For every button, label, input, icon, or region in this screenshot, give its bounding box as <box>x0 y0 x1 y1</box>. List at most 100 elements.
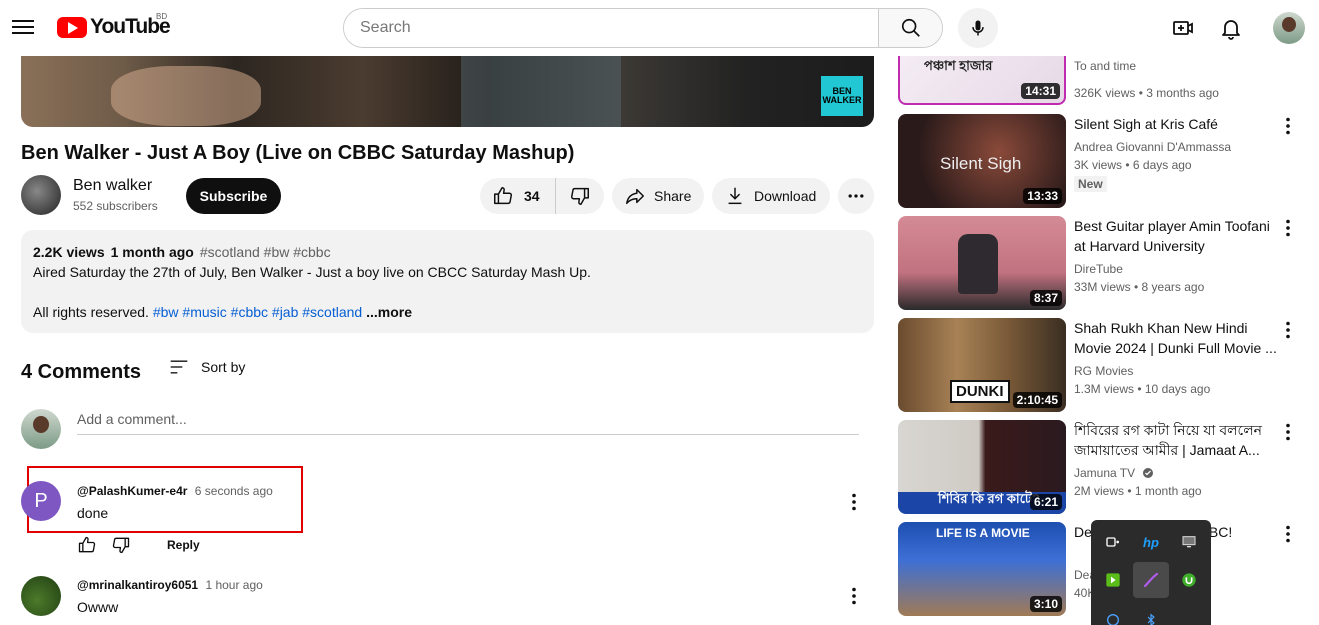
video-duration: 3:10 <box>1029 596 1062 612</box>
video-thumbnail[interactable]: Silent Sigh 13:33 <box>898 114 1066 208</box>
share-label: Share <box>654 188 692 204</box>
download-label: Download <box>754 188 817 204</box>
country-code: BD <box>156 12 168 21</box>
hashtag-link[interactable]: #bw <box>153 304 179 320</box>
current-user-avatar <box>21 409 61 449</box>
video-menu-button[interactable] <box>1278 420 1298 444</box>
video-frame-detail <box>111 66 261 126</box>
more-vertical-icon <box>1286 525 1290 543</box>
video-menu-button[interactable] <box>1278 216 1298 240</box>
video-menu-button[interactable] <box>1278 114 1298 138</box>
hp-icon[interactable]: hp <box>1133 524 1169 560</box>
create-button[interactable] <box>1169 14 1197 42</box>
new-badge: New <box>1074 176 1107 192</box>
show-more-link[interactable]: ...more <box>366 304 412 320</box>
pen-icon-glyph <box>1143 572 1159 588</box>
comment-author[interactable]: @PalashKumer-e4r <box>77 484 187 498</box>
hashtag-link[interactable]: #scotland <box>302 304 362 320</box>
comment-time[interactable]: 1 hour ago <box>205 578 262 592</box>
reply-button[interactable]: Reply <box>167 538 200 552</box>
microphone-icon <box>972 20 984 36</box>
more-vertical-icon <box>1286 219 1290 237</box>
utorrent-icon[interactable] <box>1171 562 1207 598</box>
add-comment-input[interactable]: Add a comment... <box>77 408 859 435</box>
video-thumbnail[interactable]: LIFE IS A MOVIE 3:10 <box>898 522 1066 616</box>
channel-name: Jamuna TV <box>1074 466 1136 480</box>
comment-menu-button[interactable] <box>844 490 864 514</box>
hashtag-link[interactable]: #jab <box>272 304 298 320</box>
channel-watermark: BEN WALKER <box>821 76 863 116</box>
video-thumbnail[interactable]: DUNKI 2:10:45 <box>898 318 1066 412</box>
download-button[interactable]: Download <box>712 178 830 214</box>
account-avatar[interactable] <box>1273 12 1305 44</box>
video-title[interactable]: Best Guitar player Amin Toofani at Harva… <box>1074 216 1280 256</box>
video-title[interactable]: Shah Rukh Khan New Hindi Movie 2024 | Du… <box>1074 318 1280 358</box>
video-thumbnail[interactable]: 8:37 <box>898 216 1066 310</box>
camera-icon[interactable] <box>1095 524 1131 560</box>
video-channel[interactable]: Jamuna TV <box>1074 466 1154 480</box>
cloud-icon[interactable] <box>1095 602 1131 625</box>
thumbnail-text: পঞ্চাশ হাজার <box>924 58 993 73</box>
notifications-button[interactable] <box>1217 14 1245 42</box>
sort-by-button[interactable]: Sort by <box>169 358 245 376</box>
like-dislike-group: 34 <box>480 178 604 214</box>
hashtag-link[interactable]: #cbbc <box>231 304 268 320</box>
download-icon <box>728 187 742 205</box>
like-button[interactable]: 34 <box>480 178 556 214</box>
comment-menu-button[interactable] <box>844 584 864 608</box>
search-button[interactable] <box>878 9 942 47</box>
search-icon <box>901 18 920 37</box>
youtube-logo[interactable]: YouTube BD <box>57 12 171 39</box>
comment-dislike-button[interactable] <box>109 534 133 556</box>
video-duration: 14:31 <box>1021 83 1060 99</box>
view-count: 2.2K views <box>33 244 105 260</box>
bluetooth-icon[interactable] <box>1133 602 1169 625</box>
voice-search-button[interactable] <box>958 8 998 48</box>
video-channel[interactable]: DireTube <box>1074 262 1123 276</box>
more-vertical-icon <box>1286 117 1290 135</box>
verified-icon <box>1142 468 1153 478</box>
thumbs-up-icon <box>494 187 512 205</box>
bell-icon <box>1222 20 1240 40</box>
video-player[interactable]: BEN WALKER <box>21 56 874 127</box>
thumbnail-figure <box>958 234 998 294</box>
video-menu-button[interactable] <box>1278 318 1298 342</box>
video-menu-button[interactable] <box>1278 522 1298 546</box>
video-channel[interactable]: RG Movies <box>1074 364 1133 378</box>
description-box[interactable]: 2.2K views 1 month ago #scotland #bw #cbbc… <box>21 230 874 333</box>
comment-text: Owww <box>77 599 119 615</box>
channel-name[interactable]: Ben walker <box>73 177 152 195</box>
menu-icon[interactable] <box>12 16 34 40</box>
search-input[interactable] <box>344 9 878 47</box>
video-title[interactable]: শিবিরের রগ কাটা নিয়ে যা বললেন জামায়াতে… <box>1074 420 1280 460</box>
video-title[interactable]: To and time <box>1074 56 1280 76</box>
more-actions-button[interactable] <box>838 178 874 214</box>
comment-author-avatar[interactable]: P <box>21 481 61 521</box>
comment-time[interactable]: 6 seconds ago <box>195 484 273 498</box>
create-video-icon <box>1173 21 1193 35</box>
upload-age: 1 month ago <box>110 244 194 260</box>
dislike-button[interactable] <box>556 178 604 214</box>
video-channel[interactable]: Andrea Giovanni D'Ammassa <box>1074 140 1231 154</box>
camera-icon-glyph <box>1106 537 1119 547</box>
youtube-play-icon <box>57 16 87 38</box>
sort-label: Sort by <box>201 359 246 375</box>
top-bar: YouTube BD <box>0 0 1319 56</box>
subscriber-count: 552 subscribers <box>73 199 158 213</box>
share-button[interactable]: Share <box>612 178 704 214</box>
subscribe-button[interactable]: Subscribe <box>186 178 281 214</box>
comment-like-button[interactable] <box>75 534 99 556</box>
pen-icon[interactable] <box>1133 562 1169 598</box>
channel-avatar[interactable] <box>21 175 61 215</box>
nvidia-icon[interactable] <box>1095 562 1131 598</box>
video-meta: 1.3M views • 10 days ago <box>1074 382 1211 396</box>
display-icon[interactable] <box>1171 524 1207 560</box>
comment-author[interactable]: @mrinalkantiroy6051 <box>77 578 198 592</box>
video-thumbnail[interactable]: শিবির কি রগ কাটে? 6:21 <box>898 420 1066 514</box>
hashtag-link[interactable]: #music <box>182 304 226 320</box>
thumbnail-text: Silent Sigh <box>940 154 1022 173</box>
description-footer: All rights reserved. #bw #music #cbbc #j… <box>33 302 862 322</box>
comment-author-avatar[interactable] <box>21 576 61 616</box>
thumbnail-text: LIFE IS A MOVIE <box>936 526 1030 540</box>
video-title[interactable]: Silent Sigh at Kris Café <box>1074 114 1280 134</box>
